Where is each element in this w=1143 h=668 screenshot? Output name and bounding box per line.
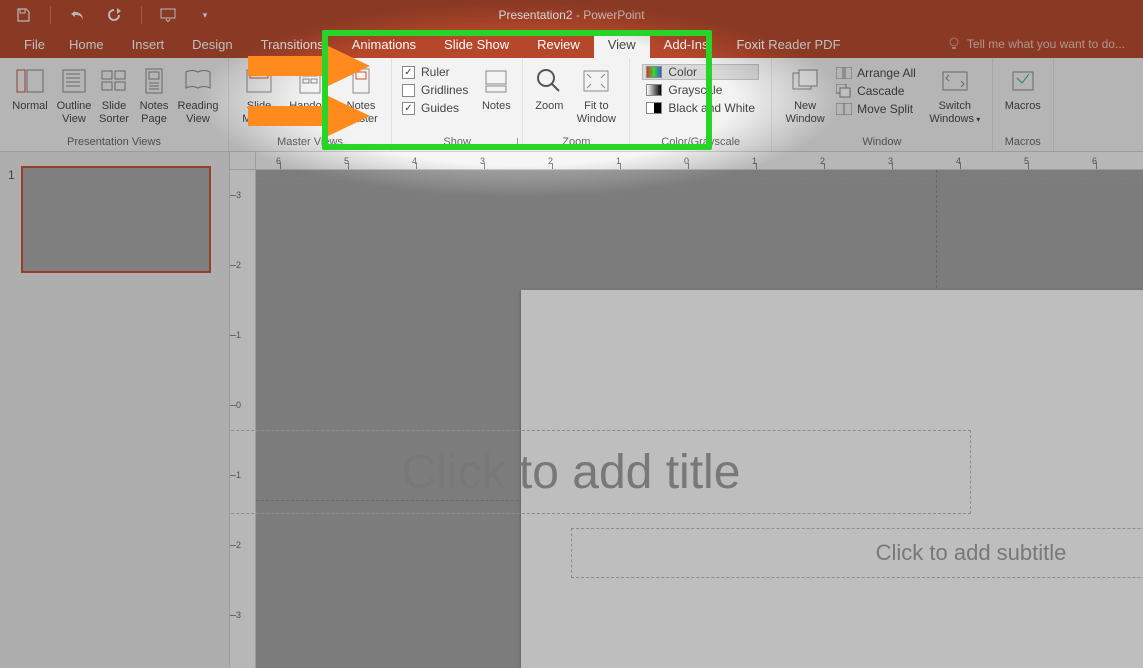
ruler-corner	[230, 152, 256, 170]
tab-insert[interactable]: Insert	[118, 30, 179, 58]
notes-page-button[interactable]: Notes Page	[134, 62, 174, 126]
group-label-color: Color/Grayscale	[630, 134, 771, 151]
cascade-icon	[836, 84, 852, 98]
normal-view-button[interactable]: Normal	[6, 62, 54, 113]
slide-canvas[interactable]: Click to add title Click to add subtitle	[256, 170, 1143, 668]
title-placeholder[interactable]: Click to add title	[230, 430, 971, 514]
group-show: ✓Ruler Gridlines ✓Guides Notes Show	[392, 58, 523, 151]
tab-design[interactable]: Design	[178, 30, 246, 58]
customize-qat-icon[interactable]: ▾	[196, 6, 214, 24]
group-label-presentation-views: Presentation Views	[0, 134, 228, 151]
slide[interactable]: Click to add title Click to add subtitle	[521, 290, 1143, 668]
arrange-all-button[interactable]: Arrange All	[834, 65, 918, 81]
tab-foxit[interactable]: Foxit Reader PDF	[722, 30, 854, 58]
group-label-macros: Macros	[993, 134, 1053, 151]
boundary-guide-top	[256, 178, 1143, 179]
subtitle-placeholder[interactable]: Click to add subtitle	[571, 528, 1143, 578]
tab-home[interactable]: Home	[55, 30, 118, 58]
slide-edit-area[interactable]: 6543210123456 3210123 Click to add title…	[230, 152, 1143, 668]
group-macros: Macros Macros	[993, 58, 1054, 151]
guides-checkbox[interactable]: ✓Guides	[402, 101, 468, 115]
group-color-grayscale: Color Grayscale Black and White Color/Gr…	[630, 58, 772, 151]
redo-icon[interactable]	[105, 6, 123, 24]
switch-windows-button[interactable]: Switch Windows ▾	[924, 62, 986, 126]
horizontal-ruler[interactable]: 6543210123456	[256, 152, 1143, 170]
lightbulb-icon	[947, 37, 961, 51]
reading-view-button[interactable]: Reading View	[174, 62, 222, 126]
window-title: Presentation2 - PowerPoint	[498, 8, 644, 22]
vertical-ruler[interactable]: 3210123	[230, 170, 256, 668]
cascade-button[interactable]: Cascade	[834, 83, 918, 99]
group-label-show: Show	[392, 134, 522, 151]
group-label-zoom: Zoom	[523, 134, 629, 151]
arrange-all-icon	[836, 66, 852, 80]
grayscale-button[interactable]: Grayscale	[642, 82, 759, 98]
thumbnail-number: 1	[8, 166, 15, 273]
tell-me-placeholder: Tell me what you want to do...	[967, 37, 1125, 51]
new-window-button[interactable]: New Window	[778, 62, 832, 126]
undo-icon[interactable]	[69, 6, 87, 24]
save-icon[interactable]	[14, 6, 32, 24]
ruler-checkbox[interactable]: ✓Ruler	[402, 65, 468, 79]
slide-thumbnails-panel[interactable]: 1	[0, 152, 230, 668]
quick-access-toolbar: ▾	[0, 6, 214, 24]
ribbon-tabs: File Home Insert Design Transitions Anim…	[0, 30, 1143, 58]
group-presentation-views: Normal Outline View Slide Sorter Notes P…	[0, 58, 229, 151]
title-bar: ▾ Presentation2 - PowerPoint	[0, 0, 1143, 30]
zoom-button[interactable]: Zoom	[529, 62, 569, 113]
group-zoom: Zoom Fit to Window Zoom	[523, 58, 630, 151]
chevron-down-icon: ▾	[974, 115, 980, 124]
show-dialog-launcher-icon[interactable]	[508, 138, 518, 148]
move-split-button[interactable]: Move Split	[834, 101, 918, 117]
tab-addins[interactable]: Add-Ins	[650, 30, 723, 58]
move-split-icon	[836, 102, 852, 116]
fit-to-window-button[interactable]: Fit to Window	[569, 62, 623, 126]
macros-button[interactable]: Macros	[999, 62, 1047, 113]
app-name: PowerPoint	[583, 8, 644, 22]
document-name: Presentation2	[498, 8, 572, 22]
ribbon: Normal Outline View Slide Sorter Notes P…	[0, 58, 1143, 152]
workspace: 1 6543210123456 3210123 Click to add tit…	[0, 152, 1143, 668]
slide-thumbnail[interactable]	[21, 166, 211, 273]
group-label-window: Window	[772, 134, 992, 151]
tell-me-search[interactable]: Tell me what you want to do...	[947, 30, 1135, 58]
outline-view-button[interactable]: Outline View	[54, 62, 94, 126]
color-button[interactable]: Color	[642, 64, 759, 80]
notes-button[interactable]: Notes	[476, 62, 516, 113]
tab-review[interactable]: Review	[523, 30, 594, 58]
start-slideshow-icon[interactable]	[160, 6, 178, 24]
tab-file[interactable]: File	[16, 30, 55, 58]
black-and-white-button[interactable]: Black and White	[642, 100, 759, 116]
group-window: New Window Arrange All Cascade Move Spli…	[772, 58, 993, 151]
slide-sorter-button[interactable]: Slide Sorter	[94, 62, 134, 126]
tab-view[interactable]: View	[594, 30, 650, 58]
tab-slideshow[interactable]: Slide Show	[430, 30, 523, 58]
gridlines-checkbox[interactable]: Gridlines	[402, 83, 468, 97]
thumbnail-1[interactable]: 1	[8, 166, 221, 273]
